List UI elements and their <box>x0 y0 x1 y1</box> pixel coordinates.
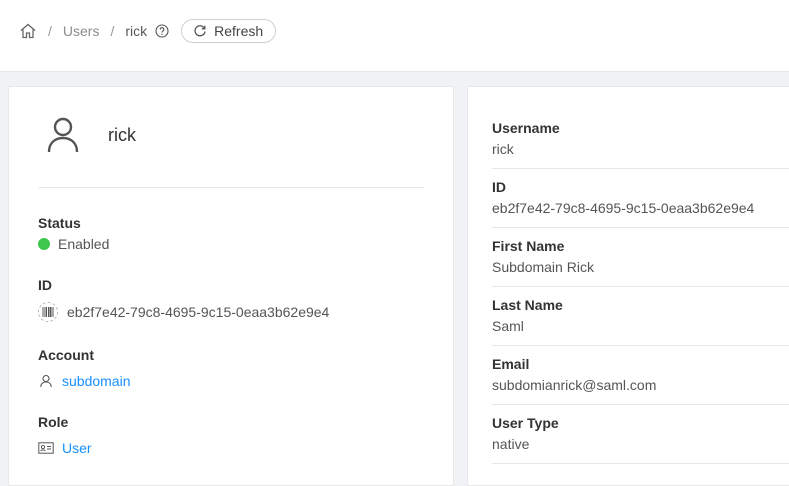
status-text: Enabled <box>58 236 110 252</box>
details-divider <box>492 463 789 464</box>
first-name-label: First Name <box>492 238 565 254</box>
id-label: ID <box>38 277 52 293</box>
breadcrumb-current: rick <box>125 23 148 39</box>
reload-icon <box>193 24 207 38</box>
top-bar: / Users / rick Refresh <box>0 0 789 72</box>
status-value: Enabled <box>38 236 109 252</box>
account-user-icon <box>38 373 54 389</box>
role-link[interactable]: User <box>62 440 92 456</box>
account-label: Account <box>38 347 94 363</box>
breadcrumb: / Users / rick Refresh <box>19 19 277 43</box>
profile-divider <box>38 187 424 188</box>
account-link[interactable]: subdomain <box>62 373 131 389</box>
account-value: subdomain <box>38 373 131 389</box>
id-card-icon <box>38 440 54 456</box>
status-label: Status <box>38 215 81 231</box>
details-divider <box>492 345 789 346</box>
details-id-label: ID <box>492 179 506 195</box>
last-name-label: Last Name <box>492 297 563 313</box>
id-text: eb2f7e42-79c8-4695-9c15-0eaa3b62e9e4 <box>67 304 330 320</box>
details-id-value: eb2f7e42-79c8-4695-9c15-0eaa3b62e9e4 <box>492 200 755 216</box>
details-divider <box>492 168 789 169</box>
email-label: Email <box>492 356 530 372</box>
question-circle-icon[interactable] <box>155 24 169 38</box>
refresh-label: Refresh <box>214 23 264 39</box>
email-value: subdomianrick@saml.com <box>492 377 657 393</box>
details-divider <box>492 404 789 405</box>
details-divider <box>492 227 789 228</box>
profile-header: rick <box>38 115 136 155</box>
breadcrumb-separator: / <box>110 23 115 39</box>
home-icon[interactable] <box>19 22 37 40</box>
user-type-value: native <box>492 436 530 452</box>
role-label: Role <box>38 414 69 430</box>
role-value: User <box>38 440 92 456</box>
id-value: eb2f7e42-79c8-4695-9c15-0eaa3b62e9e4 <box>38 302 329 322</box>
user-icon <box>38 115 88 155</box>
details-divider <box>492 286 789 287</box>
first-name-value: Subdomain Rick <box>492 259 594 275</box>
username-value: rick <box>492 141 514 157</box>
refresh-button[interactable]: Refresh <box>181 19 277 43</box>
status-dot <box>38 238 50 250</box>
breadcrumb-users[interactable]: Users <box>63 23 100 39</box>
username-label: Username <box>492 120 560 136</box>
user-type-label: User Type <box>492 415 559 431</box>
last-name-value: Saml <box>492 318 524 334</box>
profile-name: rick <box>108 124 136 145</box>
breadcrumb-separator: / <box>48 23 52 39</box>
barcode-icon <box>38 302 58 322</box>
